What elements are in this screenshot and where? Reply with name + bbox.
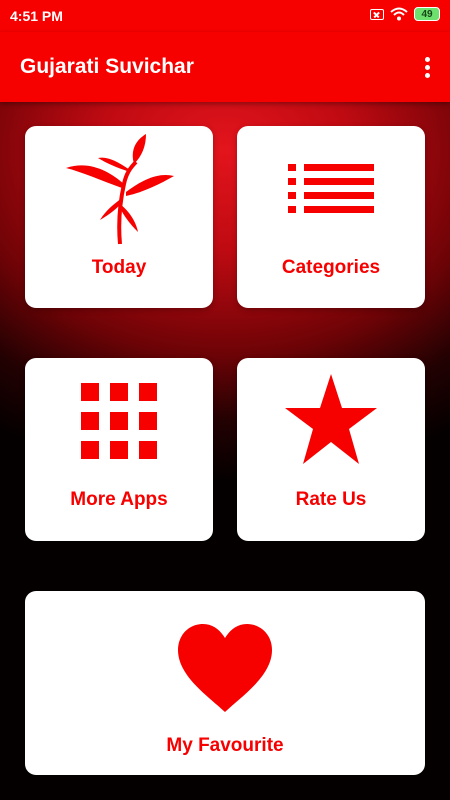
my-favourite-card[interactable]: My Favourite (25, 591, 425, 775)
star-icon (285, 374, 377, 464)
more-vert-icon[interactable] (418, 52, 436, 82)
grid-icon (81, 383, 157, 459)
status-icons: 49 (370, 7, 440, 21)
today-label: Today (91, 257, 147, 278)
app-bar: Gujarati Suvichar (0, 32, 450, 102)
status-time: 4:51 PM (10, 8, 63, 24)
list-icon (288, 164, 374, 213)
today-card[interactable]: Today (25, 126, 213, 308)
no-sim-icon (370, 8, 384, 20)
app-title: Gujarati Suvichar (20, 55, 194, 78)
wifi-icon (390, 7, 408, 21)
rate-us-card[interactable]: Rate Us (237, 358, 425, 541)
categories-label: Categories (281, 257, 381, 278)
status-bar: 4:51 PM 49 (0, 0, 450, 32)
rate-us-label: Rate Us (295, 489, 367, 510)
my-favourite-label: My Favourite (166, 735, 284, 756)
battery-icon: 49 (414, 7, 440, 21)
heart-icon (178, 624, 272, 712)
more-apps-label: More Apps (70, 489, 168, 510)
plant-icon (66, 134, 174, 245)
more-apps-card[interactable]: More Apps (25, 358, 213, 541)
categories-card[interactable]: Categories (237, 126, 425, 308)
